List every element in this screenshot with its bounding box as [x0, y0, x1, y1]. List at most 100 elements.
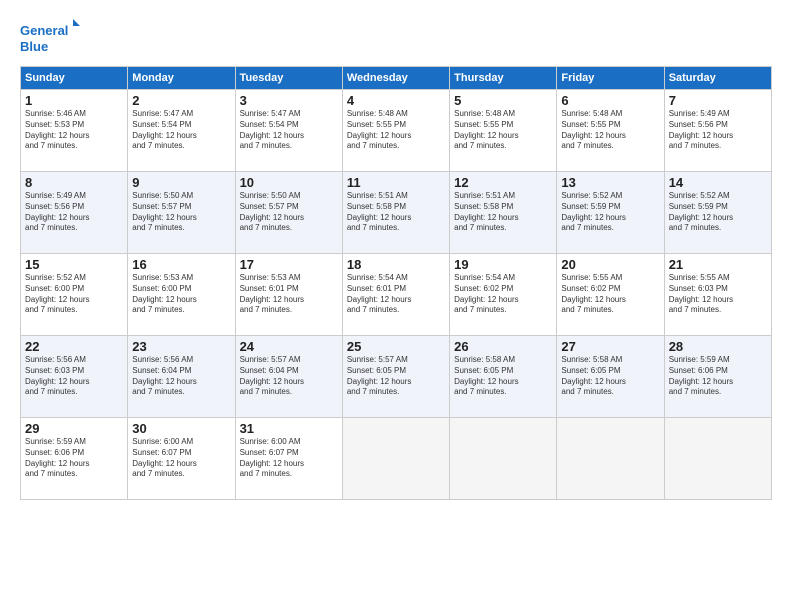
day-number: 3 — [240, 93, 338, 108]
calendar-cell: 5Sunrise: 5:48 AM Sunset: 5:55 PM Daylig… — [450, 90, 557, 172]
calendar-cell: 7Sunrise: 5:49 AM Sunset: 5:56 PM Daylig… — [664, 90, 771, 172]
calendar-cell: 2Sunrise: 5:47 AM Sunset: 5:54 PM Daylig… — [128, 90, 235, 172]
svg-text:General: General — [20, 23, 68, 38]
calendar-cell: 4Sunrise: 5:48 AM Sunset: 5:55 PM Daylig… — [342, 90, 449, 172]
calendar-week-3: 15Sunrise: 5:52 AM Sunset: 6:00 PM Dayli… — [21, 254, 772, 336]
day-number: 10 — [240, 175, 338, 190]
day-info: Sunrise: 5:55 AM Sunset: 6:03 PM Dayligh… — [669, 273, 767, 316]
calendar-cell: 17Sunrise: 5:53 AM Sunset: 6:01 PM Dayli… — [235, 254, 342, 336]
day-info: Sunrise: 5:52 AM Sunset: 5:59 PM Dayligh… — [561, 191, 659, 234]
day-info: Sunrise: 5:49 AM Sunset: 5:56 PM Dayligh… — [669, 109, 767, 152]
day-number: 4 — [347, 93, 445, 108]
calendar-cell — [664, 418, 771, 500]
calendar-cell: 9Sunrise: 5:50 AM Sunset: 5:57 PM Daylig… — [128, 172, 235, 254]
calendar-cell: 23Sunrise: 5:56 AM Sunset: 6:04 PM Dayli… — [128, 336, 235, 418]
day-number: 6 — [561, 93, 659, 108]
page: General Blue SundayMondayTuesdayWednesda… — [0, 0, 792, 612]
calendar-cell: 13Sunrise: 5:52 AM Sunset: 5:59 PM Dayli… — [557, 172, 664, 254]
day-number: 31 — [240, 421, 338, 436]
svg-text:Blue: Blue — [20, 39, 48, 54]
day-info: Sunrise: 5:52 AM Sunset: 5:59 PM Dayligh… — [669, 191, 767, 234]
logo: General Blue — [20, 18, 80, 56]
calendar-cell: 31Sunrise: 6:00 AM Sunset: 6:07 PM Dayli… — [235, 418, 342, 500]
day-number: 30 — [132, 421, 230, 436]
calendar-cell: 28Sunrise: 5:59 AM Sunset: 6:06 PM Dayli… — [664, 336, 771, 418]
day-number: 2 — [132, 93, 230, 108]
day-number: 9 — [132, 175, 230, 190]
day-info: Sunrise: 5:56 AM Sunset: 6:03 PM Dayligh… — [25, 355, 123, 398]
col-header-sunday: Sunday — [21, 67, 128, 90]
logo-svg: General Blue — [20, 18, 80, 56]
day-number: 23 — [132, 339, 230, 354]
calendar-week-1: 1Sunrise: 5:46 AM Sunset: 5:53 PM Daylig… — [21, 90, 772, 172]
day-number: 17 — [240, 257, 338, 272]
day-info: Sunrise: 5:49 AM Sunset: 5:56 PM Dayligh… — [25, 191, 123, 234]
col-header-monday: Monday — [128, 67, 235, 90]
day-number: 19 — [454, 257, 552, 272]
day-number: 27 — [561, 339, 659, 354]
calendar-cell: 21Sunrise: 5:55 AM Sunset: 6:03 PM Dayli… — [664, 254, 771, 336]
calendar-week-5: 29Sunrise: 5:59 AM Sunset: 6:06 PM Dayli… — [21, 418, 772, 500]
day-info: Sunrise: 5:47 AM Sunset: 5:54 PM Dayligh… — [132, 109, 230, 152]
day-number: 22 — [25, 339, 123, 354]
day-number: 21 — [669, 257, 767, 272]
day-number: 11 — [347, 175, 445, 190]
calendar-cell — [342, 418, 449, 500]
calendar-cell: 30Sunrise: 6:00 AM Sunset: 6:07 PM Dayli… — [128, 418, 235, 500]
day-info: Sunrise: 5:53 AM Sunset: 6:00 PM Dayligh… — [132, 273, 230, 316]
day-info: Sunrise: 5:56 AM Sunset: 6:04 PM Dayligh… — [132, 355, 230, 398]
day-info: Sunrise: 5:53 AM Sunset: 6:01 PM Dayligh… — [240, 273, 338, 316]
day-number: 1 — [25, 93, 123, 108]
day-info: Sunrise: 5:58 AM Sunset: 6:05 PM Dayligh… — [561, 355, 659, 398]
calendar-cell: 12Sunrise: 5:51 AM Sunset: 5:58 PM Dayli… — [450, 172, 557, 254]
calendar-cell: 6Sunrise: 5:48 AM Sunset: 5:55 PM Daylig… — [557, 90, 664, 172]
day-info: Sunrise: 5:51 AM Sunset: 5:58 PM Dayligh… — [454, 191, 552, 234]
calendar-cell: 24Sunrise: 5:57 AM Sunset: 6:04 PM Dayli… — [235, 336, 342, 418]
day-number: 12 — [454, 175, 552, 190]
calendar-cell: 3Sunrise: 5:47 AM Sunset: 5:54 PM Daylig… — [235, 90, 342, 172]
day-info: Sunrise: 5:57 AM Sunset: 6:05 PM Dayligh… — [347, 355, 445, 398]
day-info: Sunrise: 5:48 AM Sunset: 5:55 PM Dayligh… — [561, 109, 659, 152]
calendar-cell — [557, 418, 664, 500]
calendar-cell: 25Sunrise: 5:57 AM Sunset: 6:05 PM Dayli… — [342, 336, 449, 418]
day-number: 7 — [669, 93, 767, 108]
day-number: 16 — [132, 257, 230, 272]
calendar-cell: 20Sunrise: 5:55 AM Sunset: 6:02 PM Dayli… — [557, 254, 664, 336]
day-info: Sunrise: 5:59 AM Sunset: 6:06 PM Dayligh… — [25, 437, 123, 480]
day-info: Sunrise: 5:48 AM Sunset: 5:55 PM Dayligh… — [347, 109, 445, 152]
day-number: 14 — [669, 175, 767, 190]
day-info: Sunrise: 5:57 AM Sunset: 6:04 PM Dayligh… — [240, 355, 338, 398]
day-info: Sunrise: 5:48 AM Sunset: 5:55 PM Dayligh… — [454, 109, 552, 152]
calendar-cell: 22Sunrise: 5:56 AM Sunset: 6:03 PM Dayli… — [21, 336, 128, 418]
day-info: Sunrise: 5:52 AM Sunset: 6:00 PM Dayligh… — [25, 273, 123, 316]
day-number: 29 — [25, 421, 123, 436]
calendar-cell: 19Sunrise: 5:54 AM Sunset: 6:02 PM Dayli… — [450, 254, 557, 336]
day-number: 28 — [669, 339, 767, 354]
col-header-wednesday: Wednesday — [342, 67, 449, 90]
calendar-cell: 27Sunrise: 5:58 AM Sunset: 6:05 PM Dayli… — [557, 336, 664, 418]
day-info: Sunrise: 5:54 AM Sunset: 6:01 PM Dayligh… — [347, 273, 445, 316]
day-number: 25 — [347, 339, 445, 354]
calendar-cell: 10Sunrise: 5:50 AM Sunset: 5:57 PM Dayli… — [235, 172, 342, 254]
header: General Blue — [20, 18, 772, 56]
day-number: 18 — [347, 257, 445, 272]
calendar-cell: 18Sunrise: 5:54 AM Sunset: 6:01 PM Dayli… — [342, 254, 449, 336]
day-info: Sunrise: 5:47 AM Sunset: 5:54 PM Dayligh… — [240, 109, 338, 152]
day-info: Sunrise: 5:58 AM Sunset: 6:05 PM Dayligh… — [454, 355, 552, 398]
day-number: 8 — [25, 175, 123, 190]
calendar-cell: 1Sunrise: 5:46 AM Sunset: 5:53 PM Daylig… — [21, 90, 128, 172]
day-info: Sunrise: 5:59 AM Sunset: 6:06 PM Dayligh… — [669, 355, 767, 398]
day-info: Sunrise: 5:55 AM Sunset: 6:02 PM Dayligh… — [561, 273, 659, 316]
day-info: Sunrise: 5:51 AM Sunset: 5:58 PM Dayligh… — [347, 191, 445, 234]
day-info: Sunrise: 5:50 AM Sunset: 5:57 PM Dayligh… — [132, 191, 230, 234]
day-number: 24 — [240, 339, 338, 354]
day-info: Sunrise: 5:54 AM Sunset: 6:02 PM Dayligh… — [454, 273, 552, 316]
calendar-cell: 26Sunrise: 5:58 AM Sunset: 6:05 PM Dayli… — [450, 336, 557, 418]
day-number: 15 — [25, 257, 123, 272]
calendar-cell: 15Sunrise: 5:52 AM Sunset: 6:00 PM Dayli… — [21, 254, 128, 336]
day-number: 5 — [454, 93, 552, 108]
day-number: 26 — [454, 339, 552, 354]
col-header-thursday: Thursday — [450, 67, 557, 90]
calendar-week-2: 8Sunrise: 5:49 AM Sunset: 5:56 PM Daylig… — [21, 172, 772, 254]
day-number: 13 — [561, 175, 659, 190]
